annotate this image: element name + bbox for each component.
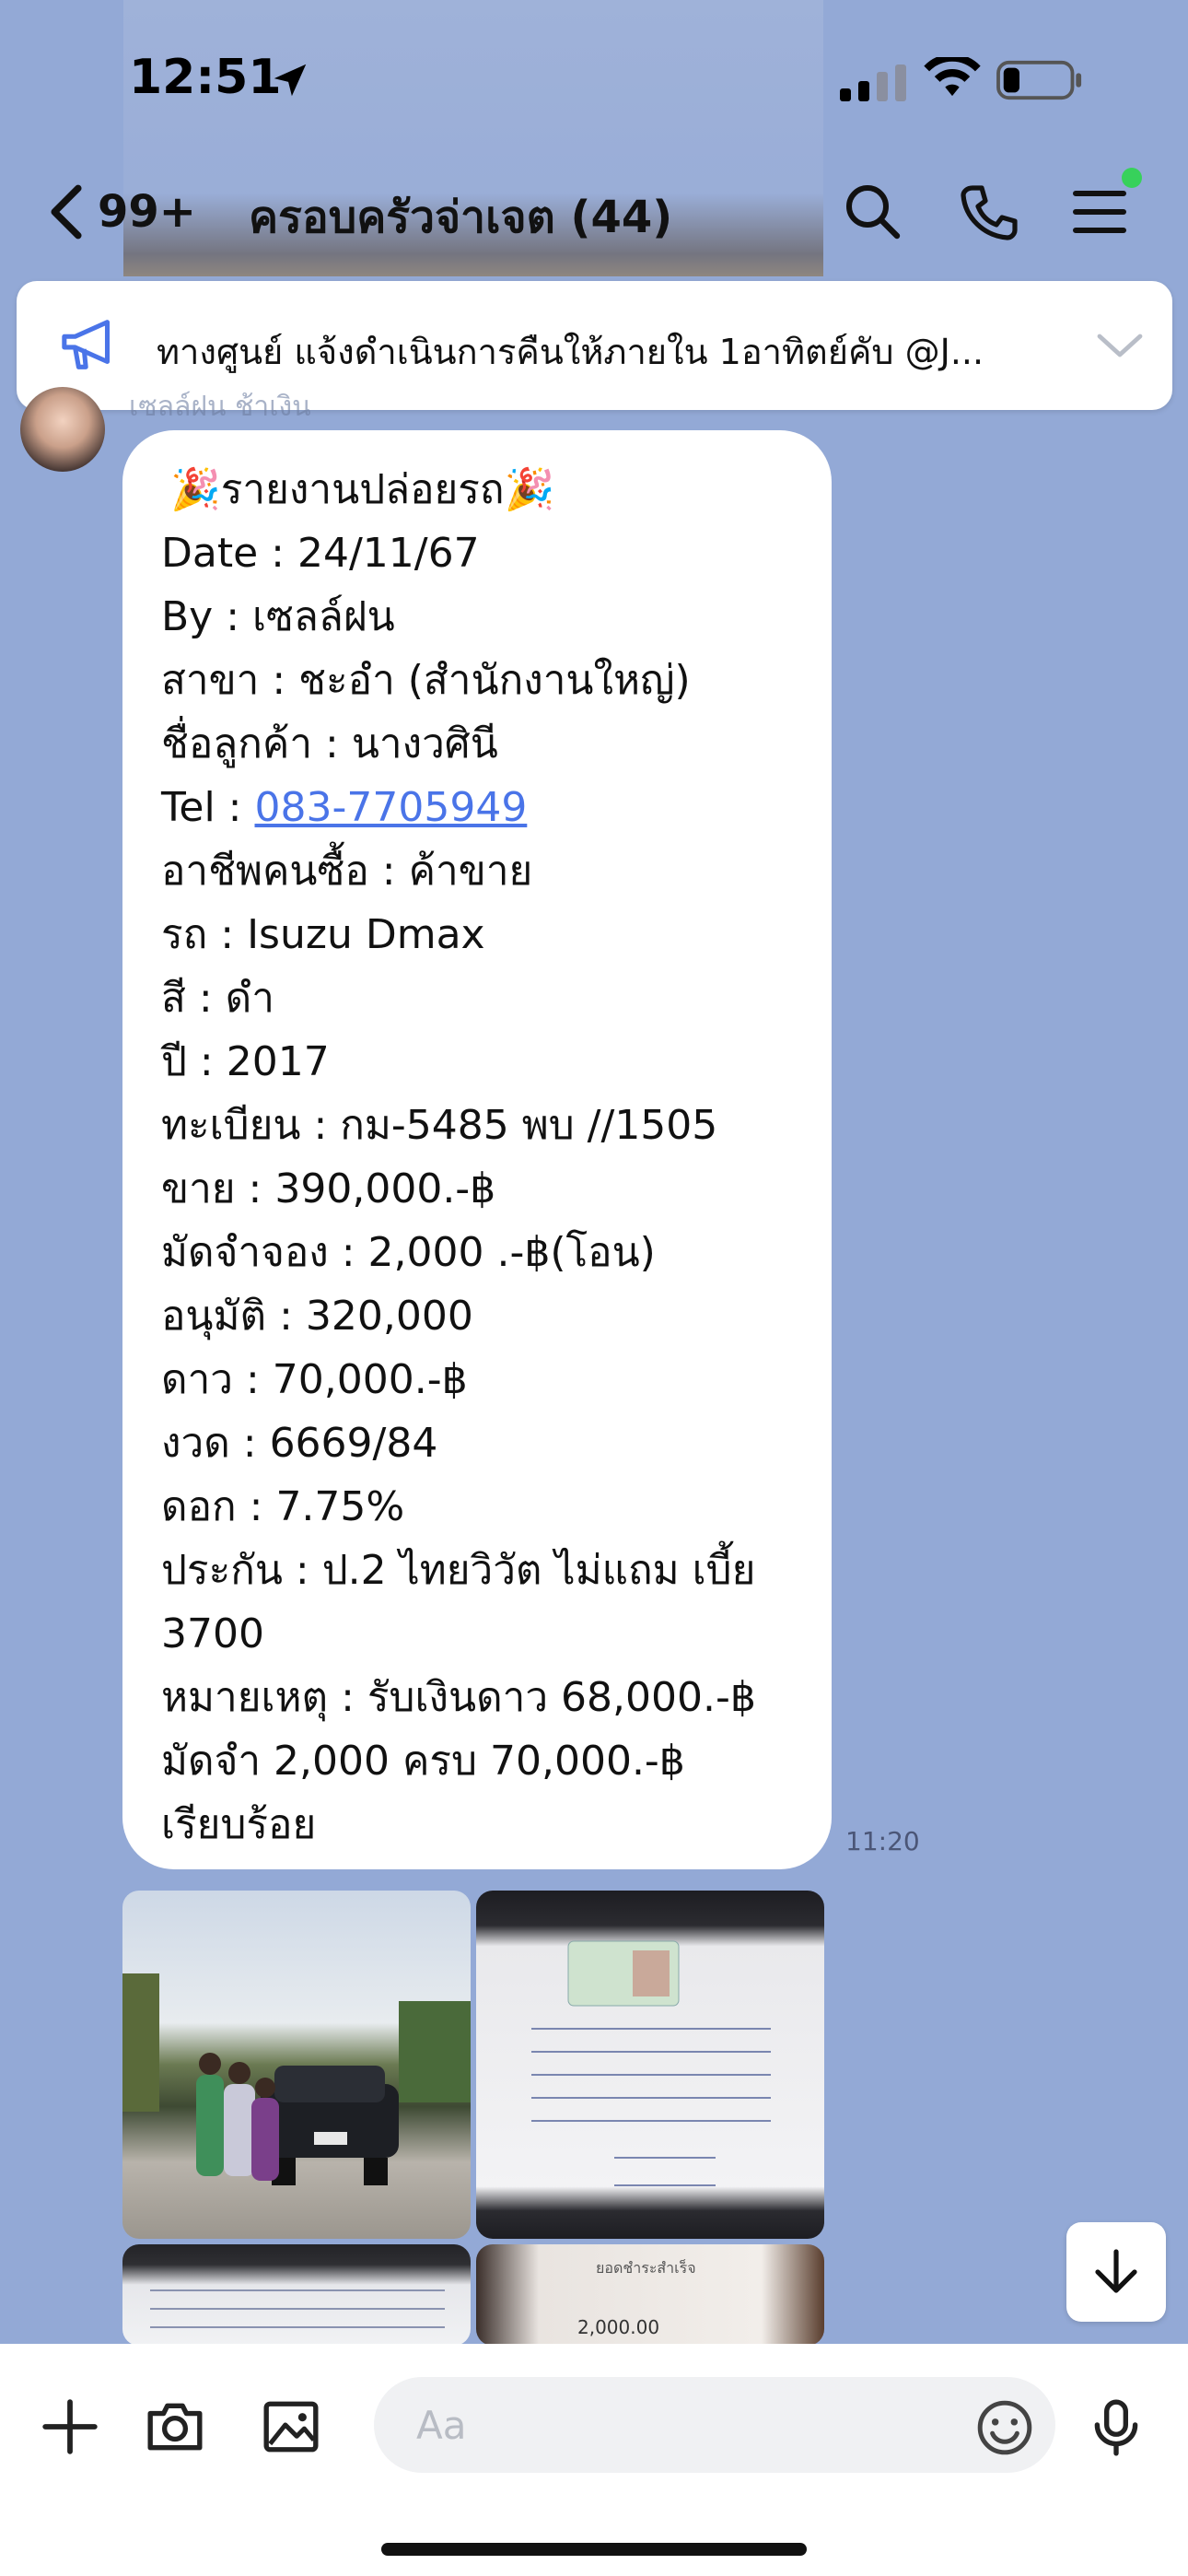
message-line: หมายเหตุ : รับเงินดาว 68,000.-฿ bbox=[161, 1674, 756, 1721]
message-timestamp: 11:20 bbox=[845, 1826, 920, 1856]
message-line: มัดจำจอง : 2,000 .-฿(โอน) bbox=[161, 1229, 656, 1276]
photo-document-id-card[interactable] bbox=[476, 1891, 824, 2239]
message-line: Tel : 083-7705949 bbox=[161, 776, 795, 839]
message-line: Date : 24/11/67 bbox=[161, 530, 480, 577]
sender-avatar[interactable] bbox=[20, 387, 105, 472]
message-line: By : เซลล์ฝน bbox=[161, 593, 395, 640]
message-line: ดอก : 7.75% bbox=[161, 1483, 405, 1530]
message-line: ชื่อลูกค้า : นางวศินี bbox=[161, 720, 498, 767]
add-button[interactable] bbox=[33, 2390, 107, 2464]
photo-contract-document[interactable] bbox=[122, 2244, 471, 2346]
status-bar: 12:51 bbox=[0, 0, 1188, 157]
truck-photo-illustration bbox=[122, 1973, 471, 2185]
search-icon bbox=[846, 185, 901, 240]
plus-icon bbox=[42, 2399, 98, 2454]
phone-number-link[interactable]: 083-7705949 bbox=[255, 784, 528, 831]
document-photo-illustration bbox=[531, 1940, 771, 2186]
cellular-signal-icon bbox=[840, 64, 906, 101]
message-line: สาขา : ชะอำ (สำนักงานใหญ่) bbox=[161, 657, 691, 704]
status-time: 12:51 bbox=[129, 50, 282, 105]
microphone-icon bbox=[1094, 2399, 1138, 2456]
receipt-amount: 2,000.00 bbox=[577, 2316, 660, 2338]
camera-button[interactable] bbox=[138, 2390, 212, 2464]
message-line: 🎉รายงานปล่อยรถ🎉 bbox=[161, 458, 795, 521]
chat-title[interactable]: ครอบครัวจ่าเจต (44) bbox=[249, 182, 672, 252]
scroll-to-bottom-button[interactable] bbox=[1066, 2222, 1166, 2322]
party-popper-emoji: 🎉 bbox=[504, 466, 555, 513]
message-line: อนุมัติ : 320,000 bbox=[161, 1293, 473, 1340]
call-button[interactable] bbox=[952, 175, 1026, 249]
notification-dot bbox=[1122, 168, 1142, 188]
message-line: ดาว : 70,000.-฿ bbox=[161, 1356, 468, 1403]
report-title: รายงานปล่อยรถ bbox=[220, 466, 505, 513]
message-composer bbox=[0, 2344, 1188, 2576]
back-button[interactable]: 99+ bbox=[46, 179, 196, 245]
message-line: มัดจำ 2,000 ครบ 70,000.-฿ bbox=[161, 1738, 685, 1785]
image-icon bbox=[263, 2401, 319, 2453]
message-line: ทะเบียน : กม-5485 พบ //1505 bbox=[161, 1102, 718, 1149]
photo-transfer-receipt[interactable]: ยอดชำระสำเร็จ 2,000.00 bbox=[476, 2244, 824, 2346]
message-line: ประกัน : ป.2 ไทยวิวัต ไม่แถม เบี้ย bbox=[161, 1547, 756, 1594]
hamburger-menu-icon bbox=[1073, 191, 1126, 233]
contract-photo-illustration bbox=[150, 2289, 445, 2328]
home-indicator bbox=[381, 2543, 807, 2556]
chevron-left-icon bbox=[51, 184, 82, 240]
message-line: สี : ดำ bbox=[161, 975, 274, 1022]
chevron-down-icon[interactable] bbox=[1096, 327, 1144, 364]
message-line: งวด : 6669/84 bbox=[161, 1420, 438, 1467]
arrow-down-icon bbox=[1095, 2249, 1137, 2293]
message-line: 3700 bbox=[161, 1610, 264, 1657]
message-bubble[interactable]: 🎉รายงานปล่อยรถ🎉 Date : 24/11/67 By : เซล… bbox=[122, 430, 832, 1869]
sender-name: เซลล์ฝน ช้าเงิน bbox=[129, 391, 311, 423]
search-button[interactable] bbox=[836, 175, 910, 249]
gallery-button[interactable] bbox=[254, 2390, 328, 2464]
voice-button[interactable] bbox=[1079, 2390, 1153, 2464]
wifi-icon bbox=[924, 57, 981, 97]
chat-header: 99+ ครอบครัวจ่าเจต (44) bbox=[0, 166, 1188, 258]
message-line: ปี : 2017 bbox=[161, 1038, 330, 1085]
phone-icon bbox=[961, 185, 1018, 240]
photo-customer-with-truck[interactable] bbox=[122, 1891, 471, 2239]
message-line: เรียบร้อย bbox=[161, 1801, 317, 1848]
message-line: รถ : Isuzu Dmax bbox=[161, 911, 485, 958]
emoji-icon[interactable] bbox=[974, 2397, 1035, 2458]
message-input[interactable] bbox=[374, 2377, 1055, 2473]
announcement-text: ทางศูนย์ แจ้งดำเนินการคืนให้ภายใน 1อาทิต… bbox=[157, 332, 984, 372]
camera-icon bbox=[147, 2403, 203, 2451]
message-line: ขาย : 390,000.-฿ bbox=[161, 1165, 496, 1212]
message-line: อาชีพคนซื้อ : ค้าขาย bbox=[161, 848, 533, 895]
battery-icon bbox=[996, 60, 1082, 100]
location-arrow-icon bbox=[274, 64, 307, 97]
tel-label: Tel : bbox=[161, 784, 255, 831]
unread-count: 99+ bbox=[98, 186, 197, 238]
megaphone-icon bbox=[62, 320, 111, 369]
receipt-heading: ยอดชำระสำเร็จ bbox=[596, 2259, 696, 2277]
party-popper-emoji: 🎉 bbox=[170, 466, 221, 513]
